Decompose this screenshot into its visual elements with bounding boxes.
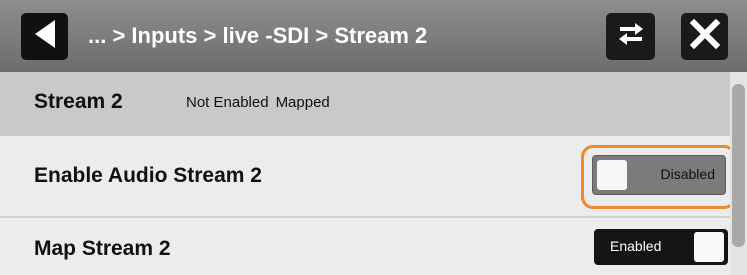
stream-status-text: Not Enabled Mapped: [186, 94, 330, 111]
back-triangle-icon: [31, 18, 59, 55]
close-x-icon: [689, 18, 721, 55]
toggle-state-label: Enabled: [610, 238, 662, 254]
toggle-state-label: Disabled: [660, 166, 715, 182]
map-stream-toggle[interactable]: Enabled: [594, 229, 728, 265]
app-window: ... > Inputs > live -SDI > Stream 2 Stre…: [0, 0, 747, 275]
swap-arrows-icon: [616, 19, 646, 54]
header-bar: ... > Inputs > live -SDI > Stream 2: [0, 0, 747, 72]
enable-audio-toggle[interactable]: Disabled: [592, 155, 726, 195]
stream-status-row: Stream 2 Not Enabled Mapped: [0, 72, 730, 136]
toggle-knob: [597, 160, 627, 190]
map-stream-label: Map Stream 2: [34, 237, 171, 260]
enabled-state-label: Not Enabled: [186, 94, 269, 111]
enable-audio-label: Enable Audio Stream 2: [34, 164, 262, 187]
breadcrumb[interactable]: ... > Inputs > live -SDI > Stream 2: [88, 20, 427, 52]
stream-title: Stream 2: [34, 90, 123, 113]
back-button[interactable]: [21, 13, 68, 60]
toggle-knob: [694, 232, 724, 262]
close-button[interactable]: [681, 13, 728, 60]
swap-button[interactable]: [606, 13, 655, 60]
scrollbar[interactable]: [730, 72, 747, 275]
scrollbar-thumb[interactable]: [732, 84, 745, 247]
mapped-state-label: Mapped: [275, 94, 330, 111]
